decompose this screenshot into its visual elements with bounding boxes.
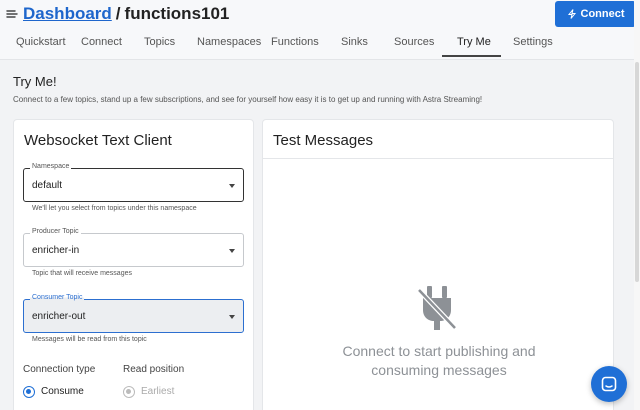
chevron-down-icon: [229, 184, 235, 188]
chat-button[interactable]: [591, 366, 627, 402]
earliest-radio[interactable]: [123, 386, 135, 398]
connection-type-label: Connection type: [23, 364, 96, 375]
connect-button[interactable]: Connect: [555, 1, 636, 27]
namespace-select[interactable]: Namespace default: [23, 163, 244, 202]
websocket-client-card: Websocket Text Client Namespace default …: [13, 119, 254, 410]
producer-topic-value: enricher-in: [32, 245, 80, 256]
empty-state-message: Connect to start publishing and consumin…: [263, 342, 615, 380]
namespace-helper: We'll let you select from topics under t…: [32, 205, 197, 212]
connect-button-label: Connect: [580, 8, 625, 20]
breadcrumb-dashboard-link[interactable]: Dashboard: [23, 4, 112, 23]
consumer-topic-label: Consumer Topic: [30, 294, 85, 301]
read-position-label: Read position: [123, 364, 185, 375]
tab-connect[interactable]: Connect: [81, 36, 122, 48]
tab-settings[interactable]: Settings: [513, 36, 553, 48]
active-tab-indicator: [442, 55, 501, 57]
scrollbar-thumb[interactable]: [635, 62, 639, 282]
test-messages-card: Test Messages Connect to start publishin…: [262, 119, 614, 410]
chat-icon: [601, 376, 617, 392]
producer-topic-label: Producer Topic: [30, 228, 81, 235]
lightning-icon: [567, 9, 576, 19]
namespace-value: default: [32, 180, 63, 191]
breadcrumb: Dashboard / functions101: [23, 4, 229, 24]
page-description: Connect to a few topics, stand up a few …: [13, 95, 483, 104]
consumer-topic-value: enricher-out: [32, 311, 86, 322]
tab-bar: Quickstart Connect Topics Namespaces Fun…: [0, 30, 640, 58]
empty-state-line-2: consuming messages: [371, 362, 507, 378]
client-card-title: Websocket Text Client: [24, 132, 172, 149]
empty-state-line-1: Connect to start publishing and: [342, 343, 536, 359]
divider: [263, 158, 613, 159]
namespace-label: Namespace: [30, 163, 72, 170]
producer-topic-helper: Topic that will receive messages: [32, 270, 132, 277]
chevron-down-icon: [229, 315, 235, 319]
breadcrumb-current: functions101: [124, 4, 230, 23]
tab-sources[interactable]: Sources: [394, 36, 434, 48]
tab-quickstart[interactable]: Quickstart: [16, 36, 66, 48]
page-scrollbar[interactable]: [634, 0, 640, 410]
consume-radio-label: Consume: [41, 386, 84, 397]
tab-topics[interactable]: Topics: [144, 36, 175, 48]
chevron-down-icon: [229, 249, 235, 253]
earliest-radio-label: Earliest: [141, 386, 175, 397]
tab-sinks[interactable]: Sinks: [341, 36, 368, 48]
tab-try-me[interactable]: Try Me: [457, 36, 491, 48]
consume-radio[interactable]: [23, 386, 35, 398]
messages-card-title: Test Messages: [273, 132, 374, 149]
consumer-topic-select[interactable]: Consumer Topic enricher-out: [23, 294, 244, 333]
tab-functions[interactable]: Functions: [271, 36, 319, 48]
plug-off-icon: [417, 286, 457, 330]
hamburger-icon[interactable]: [6, 8, 18, 20]
top-header: Dashboard / functions101 Connect Quickstar…: [0, 0, 640, 60]
breadcrumb-separator: /: [115, 4, 121, 23]
producer-topic-select[interactable]: Producer Topic enricher-in: [23, 228, 244, 267]
tab-namespaces[interactable]: Namespaces: [197, 36, 261, 48]
page-title: Try Me!: [13, 74, 57, 89]
consumer-topic-helper: Messages will be read from this topic: [32, 336, 147, 343]
